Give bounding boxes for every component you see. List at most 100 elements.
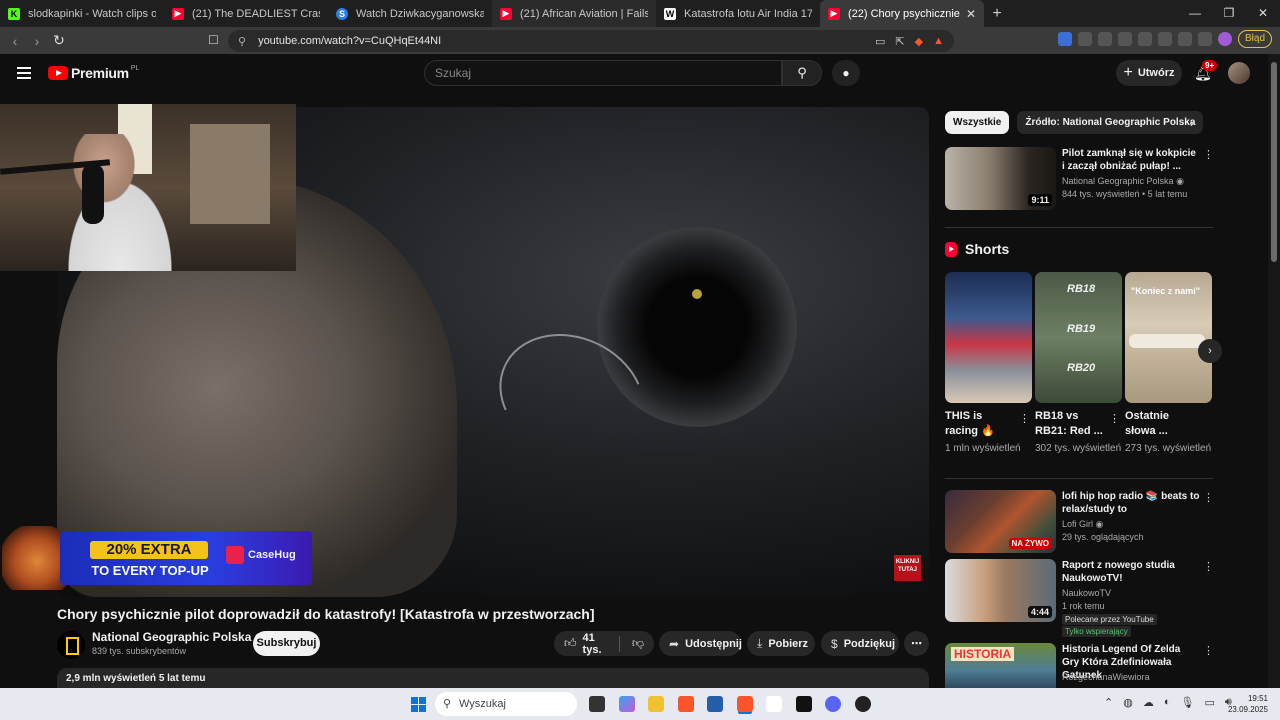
chevron-up-icon[interactable]: ⌃	[1104, 696, 1113, 709]
shorts-next-button[interactable]: ›	[1198, 339, 1222, 363]
cast-icon[interactable]: ▭	[875, 35, 885, 48]
subscribe-button[interactable]: Subskrybuj	[253, 631, 320, 656]
epic-games-icon[interactable]	[796, 696, 812, 712]
kebab-menu-icon[interactable]: ⋮	[1203, 491, 1214, 504]
kebab-menu-icon[interactable]: ⋮	[1203, 560, 1214, 573]
browser-tab-african-aviation[interactable]: ▶ (21) African Aviation | Fails Compilat	[492, 0, 656, 27]
short-thumbnail[interactable]: "Koniec z nami"	[1125, 272, 1212, 403]
brave-shield-icon[interactable]: ◆	[915, 35, 923, 48]
youtube-logo[interactable]: Premium PL	[48, 65, 139, 81]
tray-app-icon[interactable]: ◍	[1123, 696, 1133, 709]
sponsor-click-badge[interactable]: KLIKNIJ TUTAJ	[894, 555, 921, 581]
scrollbar-thumb[interactable]	[1271, 62, 1277, 262]
voice-search-button[interactable]: ●	[832, 60, 860, 86]
new-tab-button[interactable]: +	[984, 5, 1010, 23]
short-item[interactable]: THIS is racing 🔥 1 mln wyświetleń ⋮	[945, 272, 1032, 455]
short-title[interactable]: THIS is racing 🔥	[945, 409, 1015, 439]
video-title[interactable]: Pilot zamknął się w kokpicie i zaczął ob…	[1062, 147, 1200, 173]
share-page-icon[interactable]: ⇱	[895, 35, 904, 48]
thanks-button[interactable]: $ Podziękuj	[821, 631, 899, 656]
site-info-icon[interactable]: ⚲	[238, 35, 246, 48]
wallet-icon[interactable]	[1157, 32, 1172, 46]
minimize-icon[interactable]: —	[1178, 0, 1212, 27]
brave-rewards-icon[interactable]: ▲	[933, 35, 944, 48]
browser-tab-active[interactable]: ▶ (22) Chory psychicznie pilot dop ✕	[820, 0, 984, 27]
video-thumbnail[interactable]: NA ŻYWO	[945, 490, 1056, 553]
browser-tab-wikipedia[interactable]: W Katastrofa lotu Air India 171 – Wikip	[656, 0, 820, 27]
browser-tab-youtube-deadliest[interactable]: ▶ (21) The DEADLIEST Crashes of 2024	[164, 0, 328, 27]
extension-icon[interactable]	[1057, 32, 1072, 46]
list-item[interactable]: NA ŻYWO lofi hip hop radio 📚 beats to re…	[945, 490, 1215, 554]
page-scrollbar[interactable]	[1268, 54, 1280, 688]
short-item[interactable]: RB18 RB19 RB20 RB18 vs RB21: Red ... 302…	[1035, 272, 1122, 455]
search-input[interactable]: Szukaj	[424, 60, 782, 86]
brave-active-icon[interactable]	[737, 696, 753, 712]
list-item[interactable]: 4:44 Raport z nowego studia NaukowoTV! N…	[945, 559, 1215, 637]
avatar[interactable]	[1228, 62, 1250, 84]
create-button[interactable]: + Utwórz	[1116, 60, 1182, 86]
channel-name[interactable]: National Geographic Polska	[92, 630, 265, 644]
video-title[interactable]: lofi hip hop radio 📚 beats to relax/stud…	[1062, 490, 1200, 516]
store-icon[interactable]	[707, 696, 723, 712]
share-button[interactable]: ➦ Udostępnij	[659, 631, 742, 656]
close-window-icon[interactable]: ✕	[1246, 0, 1280, 27]
notepad-icon[interactable]	[766, 696, 782, 712]
video-thumbnail[interactable]: 4:44	[945, 559, 1056, 622]
app-icon[interactable]	[855, 696, 871, 712]
microphone-icon[interactable]: 🎙︎	[1180, 696, 1194, 709]
search-button[interactable]: ⚲	[782, 60, 822, 86]
kebab-menu-icon[interactable]: ⋮	[1109, 412, 1120, 425]
display-icon[interactable]: ▭	[1204, 696, 1214, 709]
more-actions-button[interactable]: ⋯	[904, 631, 929, 656]
chip-all[interactable]: Wszystkie	[945, 111, 1010, 134]
short-title[interactable]: RB18 vs RB21: Red ...	[1035, 409, 1105, 439]
forward-icon[interactable]: ›	[26, 33, 48, 49]
browser-tab-kick[interactable]: K slodkapinki - Watch clips on Kick	[0, 0, 164, 27]
music-icon[interactable]	[1117, 32, 1132, 46]
bookmark-icon[interactable]: ☐	[208, 33, 219, 47]
video-thumbnail[interactable]: HISTORIA	[945, 643, 1056, 688]
kebab-menu-icon[interactable]: ⋮	[1203, 644, 1214, 657]
short-thumbnail[interactable]: RB18 RB19 RB20	[1035, 272, 1122, 403]
file-explorer-icon[interactable]	[648, 696, 664, 712]
chip-source[interactable]: Źródło: National Geographic Polska	[1017, 111, 1204, 134]
video-title[interactable]: Raport z nowego studia NaukowoTV!	[1062, 559, 1200, 585]
tray-app-icon[interactable]: ◐	[1164, 696, 1171, 709]
menu-icon[interactable]	[17, 67, 31, 79]
reload-icon[interactable]: ↻	[48, 32, 70, 49]
discord-icon[interactable]	[825, 696, 841, 712]
casehug-ad-overlay[interactable]: 20% EXTRA TO EVERY TOP-UP CaseHug	[0, 526, 312, 590]
description-box[interactable]: 2,9 mln wyświetleń 5 lat temu	[57, 668, 929, 688]
kebab-menu-icon[interactable]: ⋮	[1203, 148, 1214, 161]
vpn-icon[interactable]	[1197, 32, 1212, 46]
leo-icon[interactable]	[1177, 32, 1192, 46]
chevron-right-icon[interactable]: ›	[1190, 116, 1194, 130]
close-tab-icon[interactable]: ✕	[960, 7, 976, 21]
error-button[interactable]: Błąd	[1237, 30, 1272, 48]
brave-icon[interactable]	[678, 696, 694, 712]
windows-start-icon[interactable]	[411, 697, 427, 713]
short-item[interactable]: "Koniec z nami" Ostatnie słowa ... 273 t…	[1125, 272, 1212, 455]
extension-icon[interactable]	[1077, 32, 1092, 46]
address-bar[interactable]: ⚲ youtube.com/watch?v=CuQHqEt44NI ▭ ⇱ ◆ …	[228, 30, 954, 52]
taskbar-clock[interactable]: 19:51 23.09.2025	[1228, 693, 1268, 715]
channel-avatar[interactable]	[57, 631, 85, 659]
maximize-icon[interactable]: ❐	[1212, 0, 1246, 27]
thumbs-up-icon[interactable]: 👍︎	[564, 636, 577, 651]
thumbs-down-icon[interactable]: 👎︎	[632, 636, 644, 651]
list-item[interactable]: 9:11 Pilot zamknął się w kokpicie i zacz…	[945, 147, 1215, 211]
like-count[interactable]: 41 tys.	[583, 632, 608, 656]
copilot-icon[interactable]	[619, 696, 635, 712]
onedrive-icon[interactable]: ☁	[1143, 696, 1154, 709]
video-thumbnail[interactable]: 9:11	[945, 147, 1056, 210]
notifications-button[interactable]: 🔔︎ 9+	[1194, 60, 1218, 82]
back-icon[interactable]: ‹	[4, 33, 26, 49]
reading-list-icon[interactable]	[1137, 32, 1152, 46]
download-button[interactable]: ⤓ Pobierz	[747, 631, 815, 656]
profile-icon[interactable]	[1217, 32, 1232, 46]
taskbar-search-input[interactable]: ⚲ Wyszukaj	[435, 692, 577, 716]
browser-tab-streamable[interactable]: S Watch Dziwkacyganowska | Streamab	[328, 0, 492, 27]
list-item[interactable]: HISTORIA Historia Legend Of Zelda Gry Kt…	[945, 643, 1215, 688]
kebab-menu-icon[interactable]: ⋮	[1019, 412, 1030, 425]
task-view-icon[interactable]	[589, 696, 605, 712]
